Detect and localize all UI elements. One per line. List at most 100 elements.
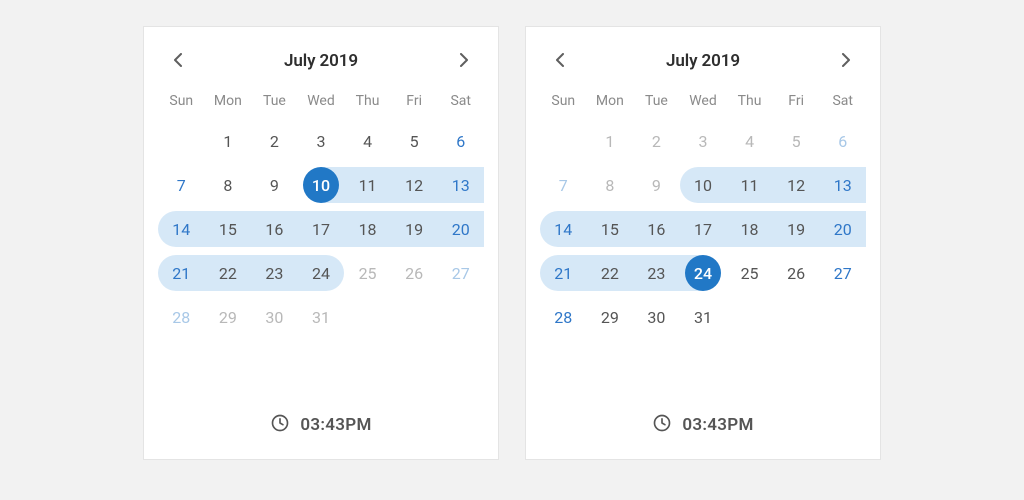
clock-icon — [652, 413, 672, 437]
day[interactable]: 3 — [298, 119, 345, 163]
time-picker[interactable]: 03:43PM — [158, 389, 484, 451]
day-cell: 7 — [158, 163, 205, 207]
day-cell: 3 — [298, 119, 345, 163]
day-cell: 20 — [437, 207, 484, 251]
day[interactable]: 22 — [205, 251, 252, 295]
day[interactable]: 8 — [205, 163, 252, 207]
day[interactable]: 23 — [633, 251, 680, 295]
day[interactable]: 18 — [344, 207, 391, 251]
day[interactable]: 4 — [726, 119, 773, 163]
day-cell: 6 — [819, 119, 866, 163]
chevron-right-icon — [841, 52, 851, 71]
day[interactable]: 20 — [437, 207, 484, 251]
calendar-grid: 1234567891011121314151617181920212223242… — [540, 119, 866, 339]
weekday-label: Sat — [437, 87, 484, 119]
day-cell: 18 — [726, 207, 773, 251]
day[interactable]: 17 — [680, 207, 727, 251]
day[interactable]: 6 — [437, 119, 484, 163]
month-year-label[interactable]: July 2019 — [284, 51, 358, 71]
day-cell: 13 — [819, 163, 866, 207]
day-selected[interactable]: 10 — [303, 167, 339, 203]
day[interactable]: 20 — [819, 207, 866, 251]
prev-month-button[interactable] — [164, 47, 192, 75]
next-month-button[interactable] — [450, 47, 478, 75]
day-cell: 26 — [773, 251, 820, 295]
day[interactable]: 30 — [251, 295, 298, 339]
weekday-label: Fri — [773, 87, 820, 119]
day[interactable]: 2 — [633, 119, 680, 163]
day-cell — [344, 295, 391, 339]
day[interactable]: 9 — [251, 163, 298, 207]
day[interactable]: 2 — [251, 119, 298, 163]
day-cell: 15 — [587, 207, 634, 251]
day-cell: 2 — [251, 119, 298, 163]
day[interactable]: 30 — [633, 295, 680, 339]
day[interactable]: 25 — [726, 251, 773, 295]
day[interactable]: 15 — [205, 207, 252, 251]
day[interactable]: 7 — [540, 163, 587, 207]
day[interactable]: 15 — [587, 207, 634, 251]
time-picker[interactable]: 03:43PM — [540, 389, 866, 451]
day[interactable]: 5 — [391, 119, 438, 163]
day[interactable]: 11 — [344, 163, 391, 207]
day[interactable]: 22 — [587, 251, 634, 295]
calendar-end: July 2019SunMonTueWedThuFriSat1234567891… — [525, 26, 881, 460]
day[interactable]: 24 — [298, 251, 345, 295]
day[interactable]: 9 — [633, 163, 680, 207]
weekday-label: Sat — [819, 87, 866, 119]
day[interactable]: 5 — [773, 119, 820, 163]
day-cell: 20 — [819, 207, 866, 251]
day[interactable]: 1 — [587, 119, 634, 163]
day-cell: 4 — [344, 119, 391, 163]
day[interactable]: 19 — [773, 207, 820, 251]
day[interactable]: 14 — [540, 207, 587, 251]
day-cell: 7 — [540, 163, 587, 207]
day[interactable]: 12 — [391, 163, 438, 207]
day[interactable]: 29 — [205, 295, 252, 339]
day[interactable]: 13 — [437, 163, 484, 207]
next-month-button[interactable] — [832, 47, 860, 75]
day-cell: 14 — [158, 207, 205, 251]
day[interactable]: 7 — [158, 163, 205, 207]
day[interactable]: 11 — [726, 163, 773, 207]
day[interactable]: 21 — [158, 251, 205, 295]
day-selected[interactable]: 24 — [685, 255, 721, 291]
day-cell: 8 — [587, 163, 634, 207]
day[interactable]: 23 — [251, 251, 298, 295]
day[interactable]: 13 — [819, 163, 866, 207]
day[interactable]: 27 — [819, 251, 866, 295]
prev-month-button[interactable] — [546, 47, 574, 75]
day-cell: 16 — [633, 207, 680, 251]
calendar-start: July 2019SunMonTueWedThuFriSat1234567891… — [143, 26, 499, 460]
day-cell: 12 — [391, 163, 438, 207]
day-cell: 12 — [773, 163, 820, 207]
day[interactable]: 12 — [773, 163, 820, 207]
day[interactable]: 21 — [540, 251, 587, 295]
day[interactable]: 17 — [298, 207, 345, 251]
day[interactable]: 3 — [680, 119, 727, 163]
day[interactable]: 19 — [391, 207, 438, 251]
day[interactable]: 25 — [344, 251, 391, 295]
day-cell: 21 — [158, 251, 205, 295]
day[interactable]: 10 — [680, 163, 727, 207]
day[interactable]: 18 — [726, 207, 773, 251]
day[interactable]: 1 — [205, 119, 252, 163]
day[interactable]: 4 — [344, 119, 391, 163]
day[interactable]: 26 — [773, 251, 820, 295]
day[interactable]: 8 — [587, 163, 634, 207]
day[interactable]: 26 — [391, 251, 438, 295]
month-year-label[interactable]: July 2019 — [666, 51, 740, 71]
day[interactable]: 28 — [540, 295, 587, 339]
day-cell: 14 — [540, 207, 587, 251]
day[interactable]: 28 — [158, 295, 205, 339]
day[interactable]: 31 — [298, 295, 345, 339]
weekday-label: Wed — [298, 87, 345, 119]
day[interactable]: 29 — [587, 295, 634, 339]
day[interactable]: 14 — [158, 207, 205, 251]
day[interactable]: 31 — [680, 295, 727, 339]
day[interactable]: 16 — [251, 207, 298, 251]
day-cell: 11 — [726, 163, 773, 207]
day[interactable]: 6 — [819, 119, 866, 163]
day[interactable]: 27 — [437, 251, 484, 295]
day[interactable]: 16 — [633, 207, 680, 251]
